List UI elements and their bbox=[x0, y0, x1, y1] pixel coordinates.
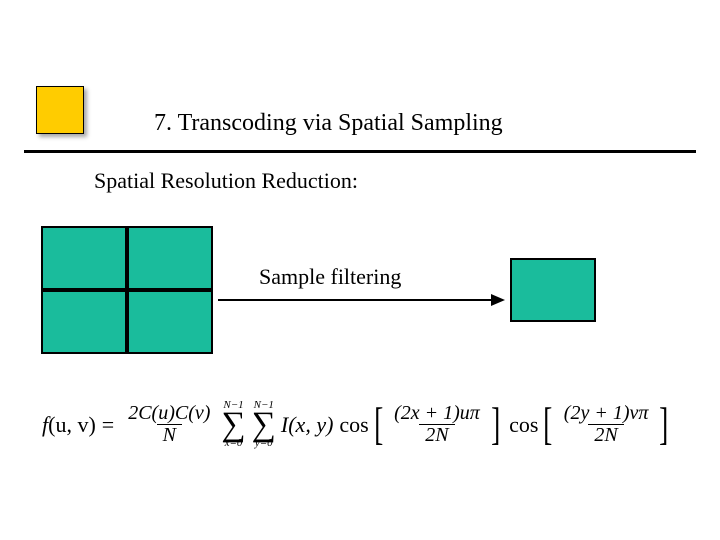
sigma-icon: ∑ bbox=[221, 411, 245, 438]
grid-cell bbox=[41, 226, 127, 290]
arrow-label: Sample filtering bbox=[259, 264, 401, 290]
left-bracket-icon: [ bbox=[544, 407, 553, 442]
cos-a: cos bbox=[339, 412, 368, 438]
subtitle: Spatial Resolution Reduction: bbox=[94, 168, 358, 194]
left-bracket-icon: [ bbox=[374, 407, 383, 442]
output-single-block bbox=[510, 258, 596, 322]
sum-over-y: N−1 ∑ y=0 bbox=[252, 400, 276, 449]
input-2x2-grid bbox=[41, 226, 213, 354]
bracket-a-fraction: (2x + 1)uπ 2N bbox=[390, 403, 484, 446]
slide-title: 7. Transcoding via Spatial Sampling bbox=[154, 110, 503, 137]
arrow-head-icon bbox=[491, 294, 505, 306]
cos-b: cos bbox=[509, 412, 538, 438]
sum-over-x: N−1 ∑ x=0 bbox=[221, 400, 245, 449]
grid-cell bbox=[127, 290, 213, 354]
formula-coeff-fraction: 2C(u)C(v) N bbox=[124, 403, 214, 446]
formula-Ixy: I(x, y) bbox=[281, 412, 334, 438]
right-bracket-icon: ] bbox=[659, 407, 668, 442]
frac-num: 2C(u)C(v) bbox=[124, 403, 214, 424]
frac-den: 2N bbox=[419, 424, 454, 446]
title-bullet-box bbox=[36, 86, 84, 134]
frac-den: N bbox=[157, 424, 182, 446]
sigma-icon: ∑ bbox=[252, 411, 276, 438]
right-bracket-icon: ] bbox=[491, 407, 500, 442]
grid-cell bbox=[127, 226, 213, 290]
bracket-b-fraction: (2y + 1)vπ 2N bbox=[560, 403, 653, 446]
formula-lhs-args: (u, v) bbox=[48, 412, 96, 438]
sum-lower: y=0 bbox=[255, 438, 273, 449]
bracket-a: [ (2x + 1)uπ 2N ] bbox=[371, 403, 503, 446]
arrow-shaft bbox=[218, 299, 492, 301]
bracket-b: [ (2y + 1)vπ 2N ] bbox=[540, 403, 671, 446]
title-underline bbox=[24, 150, 696, 153]
frac-num: (2y + 1)vπ bbox=[560, 403, 653, 424]
dct-formula: f (u, v) = 2C(u)C(v) N N−1 ∑ x=0 N−1 ∑ y… bbox=[42, 400, 674, 449]
arrow bbox=[218, 294, 505, 306]
formula-equals: = bbox=[102, 412, 114, 438]
sum-lower: x=0 bbox=[225, 438, 243, 449]
frac-den: 2N bbox=[588, 424, 623, 446]
grid-cell bbox=[41, 290, 127, 354]
frac-num: (2x + 1)uπ bbox=[390, 403, 484, 424]
